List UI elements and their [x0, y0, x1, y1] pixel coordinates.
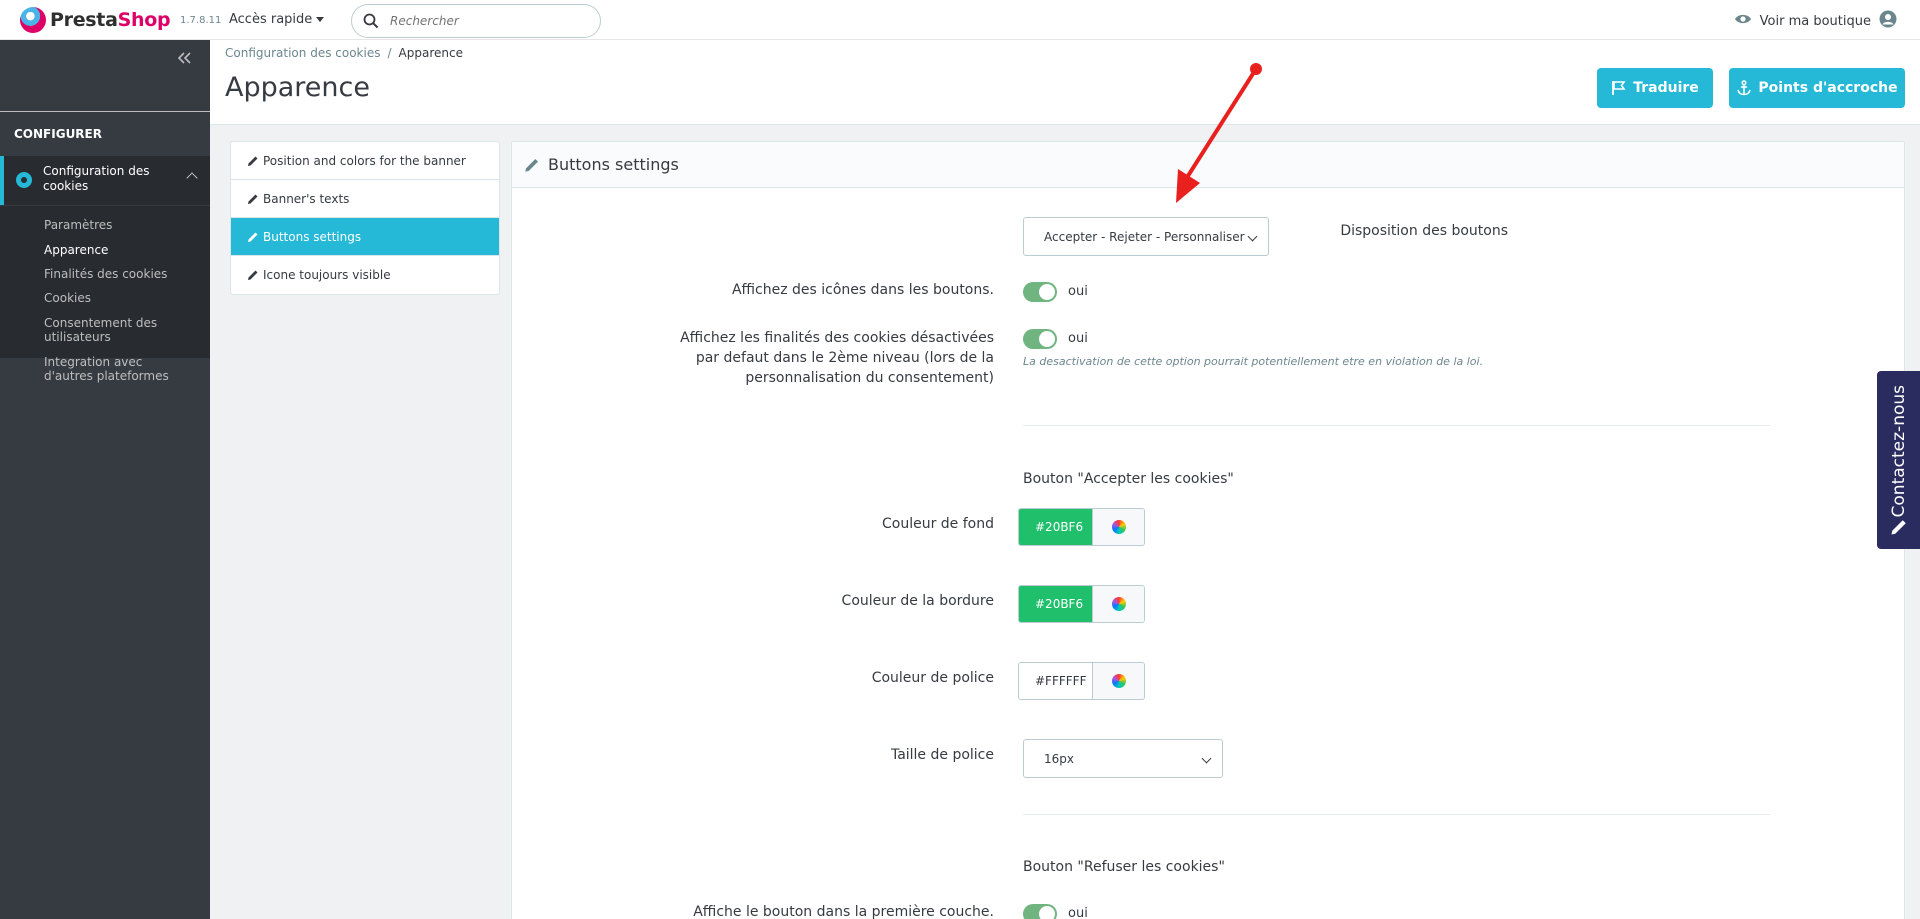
- refuse-section-title: Bouton "Refuser les cookies": [1023, 859, 1225, 875]
- show-icons-label: Affichez des icônes dans les boutons.: [731, 282, 994, 298]
- color-wheel-button[interactable]: [1093, 509, 1144, 545]
- panel-title: Buttons settings: [548, 155, 679, 174]
- bg-color-picker[interactable]: #20BF6: [1018, 508, 1145, 546]
- border-color-input[interactable]: #20BF6: [1019, 586, 1093, 622]
- font-color-input[interactable]: #FFFFFF: [1019, 663, 1093, 699]
- anchor-icon: [1737, 80, 1752, 96]
- sidebar-subitem-consentement[interactable]: Consentement des utilisateurs: [44, 316, 164, 344]
- font-size-select-value: 16px: [1044, 751, 1074, 766]
- breadcrumb-item[interactable]: Configuration des cookies: [225, 46, 380, 60]
- prestashop-logo-icon: [20, 7, 46, 33]
- pencil-icon: [248, 232, 258, 242]
- sidebar-subitem-parametres[interactable]: Paramètres: [44, 218, 194, 232]
- sidebar: CONFIGURER Configuration des cookies Par…: [0, 40, 210, 919]
- sidebar-subitem-apparence[interactable]: Apparence: [44, 243, 194, 257]
- tab-label: Icone toujours visible: [263, 268, 391, 282]
- show-purposes-value: oui: [1068, 331, 1088, 346]
- sidebar-item-cookie-config[interactable]: Configuration des cookies: [0, 156, 210, 205]
- view-shop-label: Voir ma boutique: [1759, 13, 1871, 29]
- show-purposes-help: La desactivation de cette option pourrai…: [1023, 355, 1484, 368]
- quick-access-dropdown[interactable]: Accès rapide: [229, 12, 325, 27]
- double-chevron-left-icon[interactable]: [176, 50, 192, 69]
- tab-icon-visible[interactable]: Icone toujours visible: [231, 256, 499, 294]
- layout-select[interactable]: Accepter - Rejeter - Personnaliser: [1023, 217, 1269, 256]
- logo-text-presta: Presta: [50, 9, 118, 31]
- translate-button[interactable]: Traduire: [1597, 68, 1713, 108]
- translate-label: Traduire: [1633, 80, 1699, 96]
- tab-label: Position and colors for the banner: [263, 153, 466, 168]
- breadcrumb: Configuration des cookies / Apparence: [225, 46, 463, 60]
- color-wheel-icon: [1111, 520, 1126, 534]
- first-layer-toggle[interactable]: [1023, 904, 1057, 919]
- quick-access-label: Accès rapide: [229, 12, 313, 27]
- page-title: Apparence: [225, 72, 370, 103]
- sidebar-subitem-finalites[interactable]: Finalités des cookies: [44, 267, 194, 281]
- buttons-settings-panel: Buttons settings Disposition des boutons…: [511, 141, 1905, 919]
- search-box[interactable]: [351, 4, 601, 38]
- sidebar-item-label: Configuration des cookies: [43, 164, 150, 193]
- pencil-icon: [1891, 520, 1906, 535]
- pencil-icon: [248, 156, 258, 166]
- tab-position-colors[interactable]: Position and colors for the banner: [231, 142, 499, 180]
- accept-section-title: Bouton "Accepter les cookies": [1023, 471, 1234, 487]
- search-icon: [363, 13, 379, 33]
- settings-tabs: Position and colors for the banner Banne…: [230, 141, 500, 295]
- font-size-label: Taille de police: [890, 747, 994, 763]
- pencil-icon: [248, 194, 258, 204]
- sidebar-section-title: CONFIGURER: [14, 127, 102, 141]
- tab-banner-texts[interactable]: Banner's texts: [231, 180, 499, 218]
- caret-down-icon: [316, 17, 325, 22]
- section-divider: [1023, 814, 1770, 815]
- hooks-button[interactable]: Points d'accroche: [1729, 68, 1905, 108]
- section-divider: [1023, 425, 1770, 426]
- font-color-picker[interactable]: #FFFFFF: [1018, 662, 1145, 700]
- layout-select-value: Accepter - Rejeter - Personnaliser: [1044, 229, 1245, 244]
- eye-icon: [1734, 13, 1752, 29]
- contact-us-tab[interactable]: Contactez-nous: [1877, 371, 1920, 549]
- tab-label: Banner's texts: [263, 191, 350, 206]
- color-wheel-icon: [1111, 674, 1126, 688]
- breadcrumb-separator: /: [387, 46, 392, 60]
- flag-icon: [1612, 81, 1626, 95]
- tab-buttons-settings[interactable]: Buttons settings: [231, 218, 499, 256]
- chevron-up-icon: [186, 172, 198, 184]
- annotation-arrow: [1176, 63, 1262, 203]
- bg-color-label: Couleur de fond: [882, 516, 994, 532]
- sidebar-divider: [0, 111, 210, 112]
- cookie-module-icon: [16, 172, 32, 188]
- hooks-label: Points d'accroche: [1758, 80, 1898, 96]
- show-icons-toggle[interactable]: [1023, 282, 1057, 302]
- font-color-label: Couleur de police: [871, 670, 994, 686]
- user-account-icon[interactable]: [1879, 10, 1897, 32]
- first-layer-value: oui: [1068, 906, 1088, 919]
- pencil-icon: [248, 270, 258, 280]
- show-purposes-label: Affichez les finalités des cookies désac…: [680, 330, 994, 386]
- prestashop-logo[interactable]: PrestaShop: [20, 7, 171, 33]
- color-wheel-icon: [1111, 597, 1126, 611]
- pencil-icon: [525, 158, 538, 172]
- first-layer-label: Affiche le bouton dans la première couch…: [693, 904, 994, 919]
- font-size-select[interactable]: 16px: [1023, 739, 1223, 778]
- color-wheel-button[interactable]: [1093, 586, 1144, 622]
- search-input[interactable]: [390, 12, 590, 30]
- contact-us-label: Contactez-nous: [1888, 385, 1909, 518]
- view-shop-link[interactable]: Voir ma boutique: [1734, 10, 1897, 32]
- header-divider: [210, 124, 1920, 125]
- logo-text-shop: Shop: [117, 9, 171, 31]
- border-color-label: Couleur de la bordure: [841, 593, 994, 609]
- sidebar-subitem-cookies[interactable]: Cookies: [44, 291, 194, 305]
- border-color-picker[interactable]: #20BF6: [1018, 585, 1145, 623]
- version-number: 1.7.8.11: [180, 15, 222, 26]
- top-bar: PrestaShop 1.7.8.11 Accès rapide Voir ma…: [0, 0, 1920, 40]
- show-icons-value: oui: [1068, 284, 1088, 299]
- bg-color-input[interactable]: #20BF6: [1019, 509, 1093, 545]
- breadcrumb-current: Apparence: [398, 46, 463, 60]
- tab-label: Buttons settings: [263, 229, 362, 244]
- sidebar-subitem-integration[interactable]: Integration avec d'autres plateformes: [44, 355, 194, 383]
- show-purposes-toggle[interactable]: [1023, 329, 1057, 349]
- sidebar-submenu: Paramètres Apparence Finalités des cooki…: [0, 206, 210, 383]
- color-wheel-button[interactable]: [1093, 663, 1144, 699]
